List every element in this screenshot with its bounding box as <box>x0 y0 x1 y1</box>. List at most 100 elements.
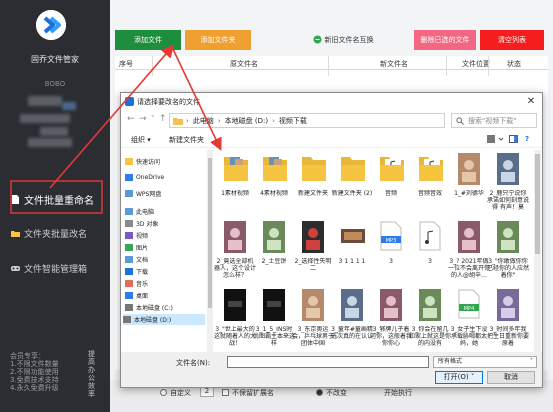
nav-item[interactable]: OneDrive <box>125 172 164 183</box>
nav-item[interactable]: 文档 <box>125 254 148 265</box>
open-file-dialog: 请选择要改名的文件 ✕ ← → ˅ ↑ › 此电脑 › 本地磁盘 (D:) › … <box>120 92 543 388</box>
add-folder-button[interactable]: 添加文件夹 <box>185 30 251 50</box>
menu-file-batch-rename[interactable]: 文件批量重命名 <box>10 188 94 210</box>
chevron-down-icon: ˅ <box>470 373 475 381</box>
file-name: 3_1_5_INS时尚图霸主本来这样 <box>253 326 295 347</box>
breadcrumb[interactable]: 视频下载 <box>279 116 307 126</box>
address-bar[interactable]: › 此电脑 › 本地磁盘 (D:) › 视频下载 <box>169 113 445 128</box>
video-thumbnail <box>341 289 363 323</box>
view-options-icon[interactable] <box>487 135 505 145</box>
file-name: 1素材视频 <box>221 190 249 197</box>
preview-pane-icon[interactable] <box>509 135 518 145</box>
scrollbar-thumb[interactable] <box>535 154 540 254</box>
menu-label: 文件夹批量改名 <box>24 229 88 240</box>
cancel-button[interactable]: 取消 <box>487 371 535 384</box>
nav-item-icon <box>125 268 133 275</box>
file-item[interactable]: MP3 3 <box>370 218 412 278</box>
column-divider <box>328 56 329 76</box>
filename-input[interactable] <box>227 356 429 368</box>
file-item[interactable]: 3 <box>409 218 451 278</box>
scrollbar-thumb[interactable] <box>208 158 212 308</box>
file-item[interactable]: 3_够牌儿子着河你，这般着我你你心 <box>370 286 412 347</box>
up-arrow-icon[interactable]: ↑ <box>159 114 167 124</box>
column-divider <box>446 56 447 76</box>
file-item[interactable]: 3_东京奥运会，乒乓球男子团体中国 <box>292 286 334 347</box>
keep-extension-label: 不保留扩展名 <box>232 389 274 397</box>
delete-selected-button[interactable]: 删除已选的文件 <box>414 30 476 50</box>
file-item[interactable]: 3_时间多年我把生日重新你要原着 <box>487 286 529 347</box>
file-item[interactable]: 1_#刘德华 <box>448 150 490 210</box>
file-item[interactable]: 2_竟选全部机器人，这个设计怎么样？ <box>214 218 256 279</box>
file-item[interactable]: 3_"世上最大的这就随着人的大战！ <box>214 286 256 347</box>
add-file-button[interactable]: 添加文件 <box>115 30 181 50</box>
file-grid-scrollbar[interactable] <box>534 150 541 352</box>
nav-item[interactable]: 3D 对象 <box>125 218 158 229</box>
navigation-scrollbar[interactable] <box>207 150 213 352</box>
nav-item[interactable]: 此电脑 <box>125 206 154 217</box>
file-item[interactable]: 新建文件夹 (2) <box>331 150 373 210</box>
video-thumbnail <box>458 153 480 187</box>
chevron-down-icon: ˅ <box>530 358 533 365</box>
file-item[interactable]: 3_1_5_INS时尚图霸主本来这样 <box>253 286 295 347</box>
file-item[interactable]: 3_你会在留几和家上就这是你的内没有 <box>409 286 451 347</box>
file-item[interactable]: MP4 3_女子生下没承载胁喝都太妈，她 <box>448 286 490 347</box>
file-item[interactable]: 3 1 1 1 1 <box>331 218 373 278</box>
nav-item[interactable]: 视频 <box>125 230 148 241</box>
nav-item-label: 下载 <box>136 269 149 276</box>
file-name: 3 1 1 1 1 <box>338 258 366 265</box>
menu-folder-batch-rename[interactable]: 文件夹批量改名 <box>10 222 87 244</box>
breadcrumb[interactable]: 本地磁盘 (D:) <box>225 116 268 126</box>
nav-item[interactable]: 桌面 <box>125 290 148 301</box>
navigation-pane: 快速访问 OneDrive WPS网盘 此电脑 3D 对象 视频 图片 文档 下载 音乐 桌面 本地磁… <box>121 150 207 352</box>
video-thumbnail <box>263 221 285 255</box>
file-item[interactable]: 3_"你敢做你你已经你的人应然着你" <box>487 218 529 279</box>
file-name: 2_土豆饼 <box>261 258 287 265</box>
file-item[interactable]: 3_? 2021年做一位不会离开你的人@胡辛… <box>448 218 490 279</box>
file-item[interactable]: 2_选择性失明二 <box>292 218 334 278</box>
custom-radio[interactable] <box>160 389 167 396</box>
chevron-down-icon[interactable]: ˅ <box>151 115 155 123</box>
nav-item[interactable]: 音乐 <box>125 278 148 289</box>
nav-item[interactable]: 本地磁盘 (C:) <box>125 302 173 313</box>
file-item[interactable]: 1素材视频 <box>214 150 256 210</box>
new-folder-button[interactable]: 新建文件夹 <box>169 135 204 145</box>
forward-arrow-icon[interactable]: → <box>139 114 147 124</box>
file-icon <box>10 194 21 205</box>
nav-item[interactable]: 下载 <box>125 266 148 277</box>
search-box[interactable]: 搜索"视频下载" <box>451 113 537 128</box>
file-item[interactable]: 3_童年#童画精选次真的在认认 <box>331 286 373 346</box>
file-name: 3_"你敢做你你已经你的人应然着你" <box>487 258 529 279</box>
file-item[interactable]: 2_鹿只宁说你承诺如何刻意说得 有声！莫 <box>487 150 529 211</box>
swap-icon <box>313 35 322 46</box>
file-item[interactable]: 音频音效 <box>409 150 451 210</box>
back-arrow-icon[interactable]: ← <box>127 114 135 124</box>
file-name: 3_东京奥运会，乒乓球男子团体中国 <box>292 326 334 347</box>
nav-item[interactable]: 快速访问 <box>125 156 160 167</box>
organize-button[interactable]: 组织 ▾ <box>131 135 151 145</box>
close-icon[interactable]: ✕ <box>524 95 538 108</box>
file-item[interactable]: 2_土豆饼 <box>253 218 295 278</box>
keep-extension-checkbox[interactable] <box>222 389 229 396</box>
open-button[interactable]: 打开(O) ˅ <box>435 371 483 384</box>
nav-item[interactable]: WPS网盘 <box>125 188 161 199</box>
file-item[interactable]: 音频 <box>370 150 412 210</box>
filetype-select[interactable]: 所有格式 ˅ <box>433 356 537 368</box>
help-icon[interactable]: ? <box>525 135 529 143</box>
menu-label: 文件智能管理箱 <box>24 264 88 275</box>
audio-file-icon <box>419 221 441 253</box>
svg-text:MP4: MP4 <box>464 306 475 312</box>
no-change-radio[interactable] <box>316 389 323 396</box>
swap-names-button[interactable]: 新旧文件名互换 <box>293 30 393 50</box>
nav-item-icon <box>125 174 133 181</box>
nav-item[interactable]: 本地磁盘 (D:) <box>123 314 205 325</box>
clear-list-button[interactable]: 清空列表 <box>480 30 544 50</box>
svg-text:MP3: MP3 <box>386 238 397 244</box>
column-header: 原文件名 <box>230 60 258 68</box>
blurred-info <box>20 114 70 123</box>
menu-smart-file-box[interactable]: 文件智能管理箱 <box>10 257 87 279</box>
dialog-footer: 文件名(N): 所有格式 ˅ 打开(O) ˅ 取消 <box>121 352 542 387</box>
file-item[interactable]: 新建文件夹 <box>292 150 334 210</box>
breadcrumb[interactable]: 此电脑 <box>193 116 214 126</box>
file-item[interactable]: 4素材视频 <box>253 150 295 210</box>
nav-item[interactable]: 图片 <box>125 242 148 253</box>
